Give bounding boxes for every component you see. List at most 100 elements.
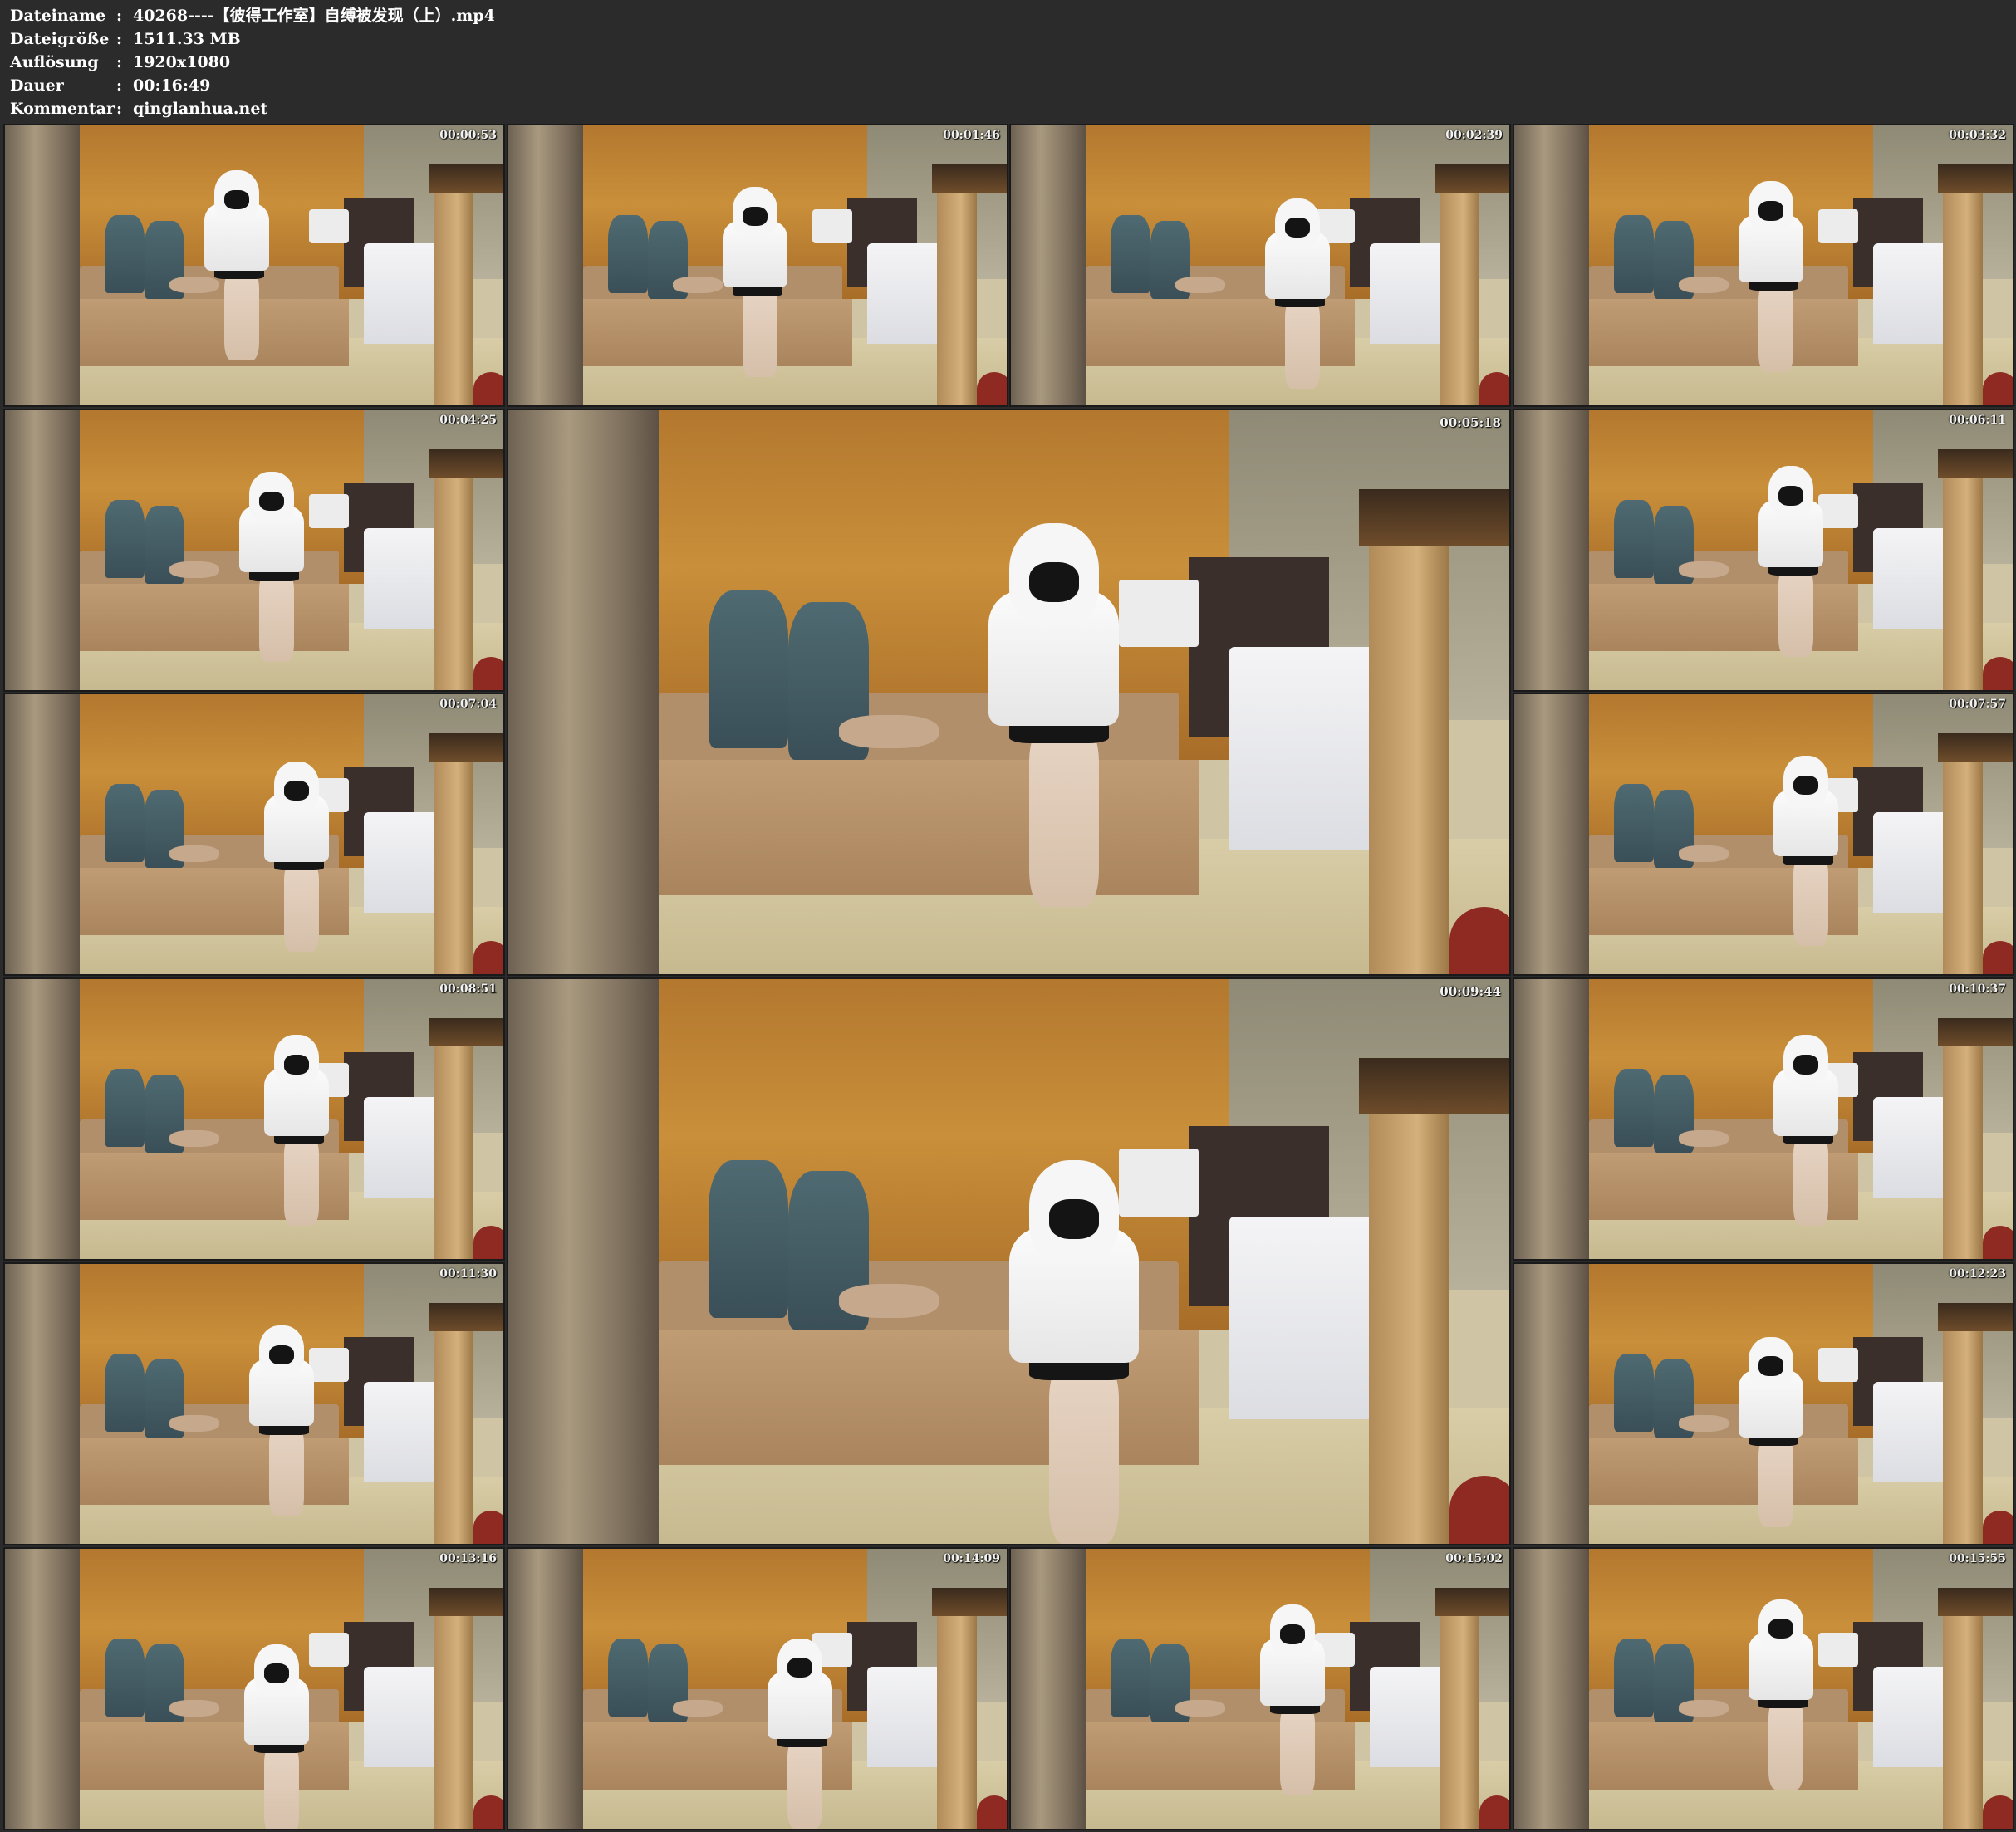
thumbnail-timestamp: 00:07:04 — [439, 698, 497, 711]
lamp — [812, 209, 852, 243]
info-value-comment: qinglanhua.net — [133, 100, 268, 118]
thumbnail-timestamp: 00:06:11 — [1949, 414, 2006, 427]
desk-top — [1435, 164, 1509, 193]
figure-legs — [1048, 1363, 1120, 1544]
sofa — [1589, 298, 1858, 366]
thumbnail-timestamp: 00:10:37 — [1949, 982, 2006, 996]
pillow — [838, 714, 939, 749]
figure-legs — [743, 287, 777, 378]
curtain — [508, 125, 583, 405]
desk-top — [1938, 1303, 2013, 1331]
hotel-room-scene — [5, 694, 503, 974]
thumbnail-timestamp: 00:12:23 — [1949, 1267, 2006, 1281]
lamp — [309, 1348, 349, 1382]
desk-top — [1938, 1588, 2013, 1616]
pillow — [169, 276, 219, 294]
video-thumbnail: 00:09:44 — [507, 977, 1511, 1545]
desk-leg — [1943, 1320, 1983, 1544]
info-separator: : — [116, 53, 123, 71]
desk-leg — [434, 1035, 473, 1259]
thumbnail-timestamp: 00:13:16 — [439, 1552, 497, 1565]
curtain — [1514, 125, 1589, 405]
video-thumbnail: 00:13:16 — [3, 1547, 505, 1830]
curtain — [1514, 410, 1589, 690]
desk-top — [429, 1018, 503, 1046]
figure-legs — [1778, 566, 1813, 657]
figure-mask — [269, 1345, 294, 1365]
info-separator: : — [116, 7, 123, 25]
hotel-room-scene — [508, 125, 1007, 405]
desk-top — [429, 1588, 503, 1616]
figure-mask — [1048, 1199, 1099, 1239]
desk-leg — [1369, 1092, 1449, 1544]
hotel-room-scene — [1514, 1549, 2013, 1829]
sofa — [80, 583, 349, 651]
hotel-room-scene — [508, 1549, 1007, 1829]
figure-mask — [1028, 562, 1079, 602]
curtain — [1011, 1549, 1086, 1829]
figure-mask — [1793, 775, 1818, 796]
info-value-duration: 00:16:49 — [133, 76, 211, 95]
figure-mask — [1280, 1624, 1305, 1644]
curtain — [508, 410, 659, 974]
desk-leg — [434, 181, 473, 405]
figure-legs — [1280, 1705, 1315, 1795]
lamp — [1818, 1348, 1858, 1382]
figure-mask — [1285, 218, 1310, 238]
cushion — [105, 499, 145, 579]
info-value-filesize: 1511.33 MB — [133, 30, 241, 48]
thumbnail-grid: 00:00:53 00:01:46 00:02:39 00:03:32 00:04:25… — [0, 124, 2016, 1832]
curtain — [1514, 979, 1589, 1259]
curtain — [5, 125, 80, 405]
video-thumbnail: 00:14:09 — [507, 1547, 1008, 1830]
info-value-filename: 40268----【彼得工作室】自缚被发现（上）.mp4 — [133, 7, 495, 25]
red-stool — [473, 656, 503, 690]
desk-leg — [937, 181, 977, 405]
info-label: Dateiname — [10, 7, 106, 25]
cushion — [105, 214, 145, 294]
pillow — [838, 1284, 939, 1318]
hotel-room-scene — [508, 410, 1509, 974]
desk-leg — [1440, 1604, 1479, 1829]
curtain — [5, 694, 80, 974]
video-thumbnail: 00:05:18 — [507, 409, 1511, 976]
pillow — [169, 1699, 219, 1717]
figure-legs — [224, 271, 259, 361]
info-label: Kommentar — [10, 100, 115, 118]
desk-leg — [1369, 522, 1449, 974]
video-thumbnail: 00:04:25 — [3, 409, 505, 692]
thumbnail-timestamp: 00:08:51 — [439, 982, 497, 996]
sofa — [1589, 583, 1858, 651]
thumbnail-timestamp: 00:09:44 — [1440, 984, 1501, 999]
info-separator: : — [116, 100, 123, 118]
red-stool — [1983, 1225, 2013, 1259]
figure-mask — [1768, 1619, 1793, 1639]
video-thumbnail: 00:07:04 — [3, 693, 505, 976]
cushion — [1614, 1353, 1654, 1433]
hotel-room-scene — [1011, 1549, 1509, 1829]
video-thumbnail: 00:06:11 — [1513, 409, 2014, 692]
desk-top — [429, 164, 503, 193]
desk-leg — [1943, 750, 1983, 974]
figure-mask — [1758, 1356, 1783, 1376]
pillow — [1175, 276, 1225, 294]
cushion — [1614, 1638, 1654, 1717]
desk-top — [1938, 1018, 2013, 1046]
red-stool — [1983, 940, 2013, 974]
thumbnail-timestamp: 00:00:53 — [439, 129, 497, 142]
figure-legs — [1768, 1699, 1803, 1790]
pillow — [1175, 1699, 1225, 1717]
curtain — [5, 1264, 80, 1544]
pillow — [673, 276, 723, 294]
curtain — [1514, 1264, 1589, 1544]
pillow — [1679, 845, 1729, 863]
desk-leg — [434, 1604, 473, 1829]
pillow — [169, 845, 219, 863]
video-thumbnail: 00:11:30 — [3, 1262, 505, 1545]
curtain — [5, 410, 80, 690]
cushion — [1614, 1068, 1654, 1148]
curtain — [5, 979, 80, 1259]
red-stool — [977, 371, 1007, 405]
red-stool — [473, 940, 503, 974]
sofa — [1589, 1722, 1858, 1790]
